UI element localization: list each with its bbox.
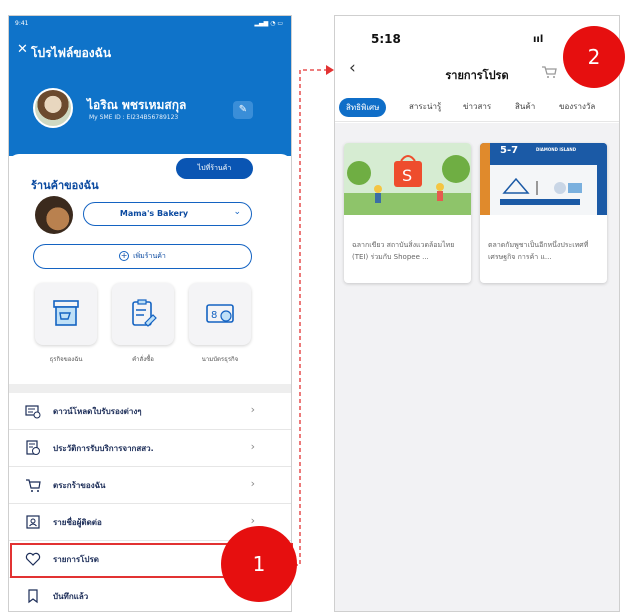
status-time: 9:41 <box>15 20 29 27</box>
tile-my-business[interactable] <box>35 283 97 345</box>
chevron-right-icon: › <box>250 514 255 527</box>
category-tabs: สิทธิพิเศษ สาระน่ารู้ ข่าวสาร สินค้า ของ… <box>335 92 619 122</box>
profile-screen: 9:41 ▂▄▆ ◔ ▭ ✕ โปรไฟล์ของฉัน ไอริณ พชรเห… <box>8 15 292 612</box>
cart-icon <box>26 479 41 492</box>
shop-selector[interactable]: Mama's Bakery ⌄ <box>83 202 252 226</box>
selected-shop: Mama's Bakery <box>119 209 189 218</box>
avatar <box>33 88 73 128</box>
menu-label: บันทึกแล้ว <box>53 592 89 601</box>
menu-label: ดาวน์โหลดใบรับรองต่างๆ <box>53 407 142 416</box>
tile-label-orders: คำสั่งซื้อ <box>132 356 154 363</box>
shop-section-title: ร้านค้าของฉัน <box>31 179 99 192</box>
tab-privileges[interactable]: สิทธิพิเศษ <box>339 98 387 117</box>
tile-label-card: นามบัตรธุรกิจ <box>201 356 239 363</box>
tutorial-canvas: 9:41 ▂▄▆ ◔ ▭ ✕ โปรไฟล์ของฉัน ไอริณ พชรเห… <box>0 0 625 612</box>
tab-knowledge[interactable]: สาระน่ารู้ <box>409 100 441 113</box>
connector-arrow <box>294 65 334 566</box>
tile-orders[interactable] <box>112 283 174 345</box>
shop-icon <box>53 300 79 326</box>
cart-icon[interactable] <box>541 65 557 79</box>
sme-id: My SME ID : EI234B56789123 <box>89 114 179 121</box>
card-text: ฉลากเขียว สถาบันสิ่งแวดล้อมไทย (TEI) ร่ว… <box>352 241 455 261</box>
step-badge-2: 2 <box>563 26 625 88</box>
profile-name: ไอริณ พชรเหมสกุล <box>87 98 187 112</box>
chevron-right-icon: › <box>250 403 255 416</box>
tile-business-card[interactable]: 8 <box>189 283 251 345</box>
shop-avatar <box>35 196 73 234</box>
certificate-download-icon <box>25 405 41 419</box>
favorite-card[interactable]: 5-7 DIAMOND ISLAND ตลาดกัมพูชาเป็นอีกหนึ… <box>480 143 607 283</box>
edit-profile-button[interactable]: ✎ <box>233 101 253 119</box>
tab-news[interactable]: ข่าวสาร <box>463 100 491 113</box>
business-card-icon: 8 <box>206 304 234 323</box>
close-icon[interactable]: ✕ <box>17 42 28 57</box>
menu-label: ประวัติการรับบริการจากสสว. <box>53 444 154 453</box>
tab-products[interactable]: สินค้า <box>515 100 535 113</box>
signal-icon: ııl <box>533 34 544 45</box>
banner-number: 5-7 <box>500 145 519 156</box>
menu-item-service-history[interactable]: ประวัติการรับบริการจากสสว. › <box>9 430 291 467</box>
favorites-screen: 5:18 ııl ‹ รายการโปรด สิทธิพิเศษ สาระน่า… <box>334 15 620 612</box>
step-badge-1: 1 <box>221 526 297 602</box>
contact-list-icon <box>26 515 40 529</box>
page-title: โปรไฟล์ของฉัน <box>31 46 112 60</box>
card-text: ตลาดกัมพูชาเป็นอีกหนึ่งประเทศที่เศรษฐกิจ… <box>488 241 589 261</box>
clipboard-icon <box>132 299 157 327</box>
profile-header: 9:41 ▂▄▆ ◔ ▭ ✕ โปรไฟล์ของฉัน ไอริณ พชรเห… <box>9 16 291 156</box>
chevron-right-icon: › <box>250 477 255 490</box>
favorite-card[interactable]: S ฉลากเขียว สถาบันสิ่งแวดล้อมไทย (TEI) ร… <box>344 143 471 283</box>
menu-label: ตระกร้าของฉัน <box>53 481 106 490</box>
favorites-list: S ฉลากเขียว สถาบันสิ่งแวดล้อมไทย (TEI) ร… <box>335 123 619 611</box>
tab-rewards[interactable]: ของรางวัล <box>559 100 595 113</box>
status-icons: ▂▄▆ ◔ ▭ <box>254 20 283 27</box>
go-to-shop-button[interactable]: ไปที่ร้านค้า <box>176 158 253 179</box>
banner-tag: DIAMOND ISLAND <box>536 147 577 152</box>
add-shop-button[interactable]: + เพิ่มร้านค้า <box>33 244 252 269</box>
status-time: 5:18 <box>371 32 401 46</box>
bookmark-icon <box>28 589 38 604</box>
chevron-right-icon: › <box>250 440 255 453</box>
menu-item-download-certificates[interactable]: ดาวน์โหลดใบรับรองต่างๆ › <box>9 393 291 430</box>
edit-icon: ✎ <box>238 104 248 115</box>
section-divider <box>9 384 291 393</box>
svg-text:S: S <box>402 166 412 185</box>
chevron-down-icon: ⌄ <box>233 207 241 217</box>
service-history-icon <box>26 440 40 455</box>
svg-text:8: 8 <box>211 310 217 321</box>
menu-label: รายชื่อผู้ติดต่อ <box>53 518 102 527</box>
add-shop-label: เพิ่มร้านค้า <box>133 252 166 260</box>
menu-item-my-cart[interactable]: ตระกร้าของฉัน › <box>9 467 291 504</box>
card-image-shopee: S <box>344 143 471 215</box>
plus-icon: + <box>119 251 130 261</box>
tile-label-business: ธุรกิจของฉัน <box>49 356 83 363</box>
